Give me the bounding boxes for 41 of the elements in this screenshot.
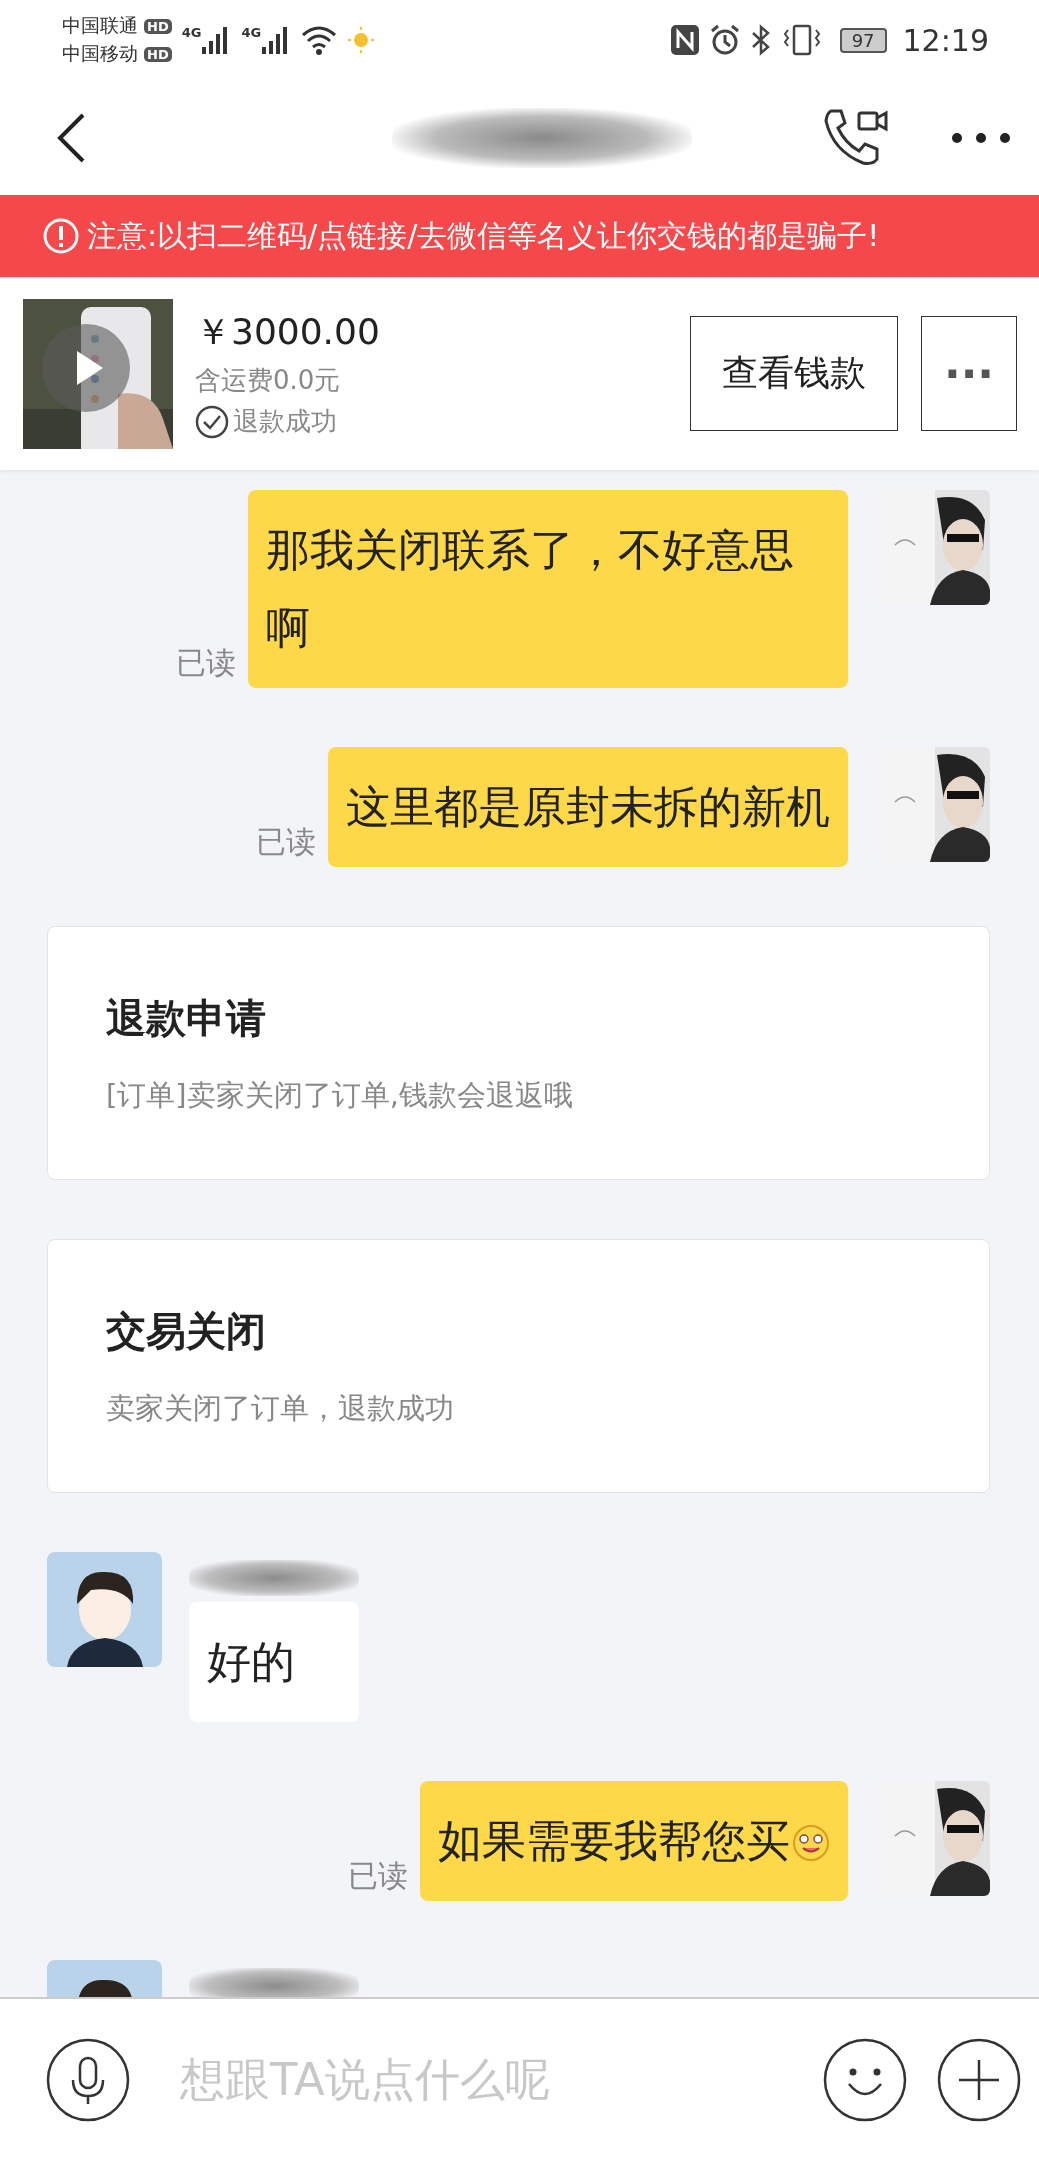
shipping-fee: 含运费0.0元: [195, 364, 342, 397]
hd-badge: HD: [144, 46, 172, 62]
card-text: [订单]卖家关闭了订单,钱款会退返哦: [106, 1076, 574, 1114]
read-receipt: 已读: [256, 823, 316, 861]
message-bubble: 那我关闭联系了，不好意思啊: [248, 490, 848, 688]
microphone-icon[interactable]: [46, 2037, 130, 2122]
message-bubble: 好的: [189, 1602, 359, 1722]
vibrate-icon: [781, 24, 822, 56]
card-text: 卖家关闭了订单，退款成功: [106, 1389, 455, 1427]
battery-indicator: 97: [839, 27, 887, 53]
hd-badge: HD: [144, 18, 172, 34]
carrier-name: 中国联通: [62, 13, 138, 38]
refund-status: 退款成功: [233, 405, 337, 438]
card-title: 交易关闭: [106, 1306, 267, 1356]
network-type: 4G: [181, 25, 202, 40]
play-icon[interactable]: [41, 322, 131, 413]
emoji-icon[interactable]: [823, 2037, 907, 2122]
nfc-icon: [669, 24, 700, 56]
wifi-icon: [301, 25, 338, 55]
message-bubble: 这里都是原封未拆的新机: [328, 747, 848, 867]
view-payment-button[interactable]: 查看钱款: [690, 316, 898, 431]
notice-card[interactable]: 退款申请 [订单]卖家关闭了订单,钱款会退返哦: [47, 926, 990, 1180]
carrier-name: 中国移动: [62, 41, 138, 66]
notice-card[interactable]: 交易关闭 卖家关闭了订单，退款成功: [47, 1239, 990, 1493]
back-icon[interactable]: [55, 111, 87, 164]
read-receipt: 已读: [348, 1857, 408, 1895]
check-circle-icon: [195, 404, 229, 439]
network-type: 4G: [241, 25, 262, 40]
clock-time: 12:19: [902, 22, 989, 58]
read-receipt: 已读: [176, 644, 236, 682]
warning-icon: [43, 218, 79, 254]
price: ￥3000.00: [195, 310, 380, 354]
more-button[interactable]: ···: [921, 316, 1017, 431]
more-icon[interactable]: [951, 131, 1011, 144]
warning-text: 注意:以扫二维码/点链接/去微信等名义让你交钱的都是骗子!: [87, 216, 880, 255]
sun-icon: [347, 26, 376, 54]
avatar-icon: [47, 1552, 162, 1667]
message-bubble: 如果需要我帮您买: [420, 1781, 848, 1901]
add-icon[interactable]: [937, 2037, 1021, 2122]
card-title: 退款申请: [106, 993, 267, 1043]
alarm-icon: [709, 24, 740, 56]
